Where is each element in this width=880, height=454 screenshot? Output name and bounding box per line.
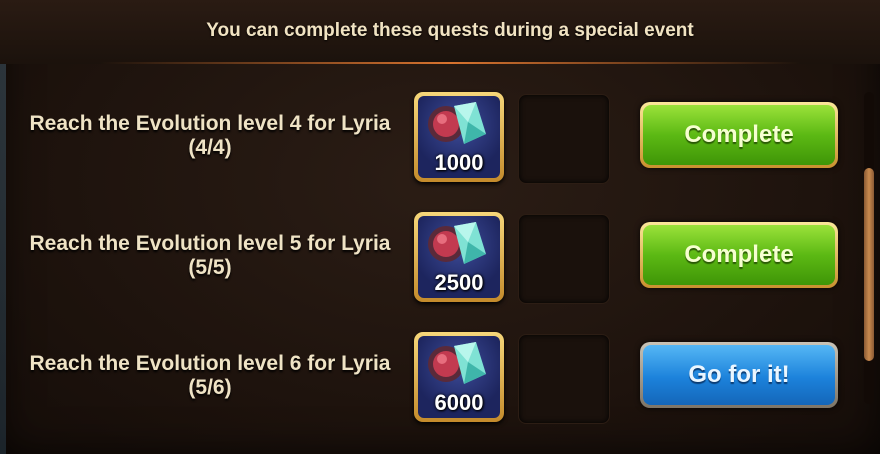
quest-description: Reach the Evolution level 5 for Lyria (5…	[20, 232, 400, 280]
scrollbar-track[interactable]	[864, 92, 874, 404]
quest-description: Reach the Evolution level 6 for Lyria (5…	[20, 352, 400, 400]
quest-row: Reach the Evolution level 5 for Lyria (5…	[0, 212, 860, 308]
reward-frame: 6000	[418, 336, 500, 418]
reward-amount: 6000	[434, 390, 484, 415]
evolution-gem-icon	[428, 222, 486, 264]
quest-row: Reach the Evolution level 4 for Lyria (4…	[0, 92, 860, 188]
quest-description: Reach the Evolution level 4 for Lyria (4…	[20, 112, 400, 160]
quest-panel: You can complete these quests during a s…	[0, 0, 880, 454]
quest-text: Reach the Evolution level 5 for Lyria	[29, 232, 391, 255]
quest-text: Reach the Evolution level 4 for Lyria	[29, 112, 391, 135]
reward-item[interactable]: 6000	[414, 332, 504, 422]
empty-reward-slot	[518, 214, 610, 304]
reward-frame: 1000	[418, 96, 500, 178]
go-for-it-button[interactable]: Go for it!	[640, 342, 838, 408]
button-label: Complete	[643, 225, 835, 285]
reward-item[interactable]: 2500	[414, 212, 504, 302]
reward-amount: 1000	[434, 150, 484, 175]
quest-progress: (4/4)	[188, 136, 232, 159]
reward-item[interactable]: 1000	[414, 92, 504, 182]
quest-progress: (5/6)	[188, 376, 232, 399]
complete-button[interactable]: Complete	[640, 222, 838, 288]
evolution-gem-icon	[428, 102, 486, 144]
quest-progress: (5/5)	[188, 256, 232, 279]
button-label: Go for it!	[643, 345, 835, 405]
empty-reward-slot	[518, 94, 610, 184]
reward-amount: 2500	[434, 270, 484, 295]
page-title: You can complete these quests during a s…	[206, 20, 694, 41]
reward-frame: 2500	[418, 216, 500, 298]
header-divider	[100, 62, 800, 64]
quest-text: Reach the Evolution level 6 for Lyria	[29, 352, 391, 375]
complete-button[interactable]: Complete	[640, 102, 838, 168]
quest-row: Reach the Evolution level 6 for Lyria (5…	[0, 332, 860, 428]
panel-header: You can complete these quests during a s…	[0, 0, 880, 64]
button-label: Complete	[643, 105, 835, 165]
scrollbar-thumb[interactable]	[864, 168, 874, 361]
evolution-gem-icon	[428, 342, 486, 384]
empty-reward-slot	[518, 334, 610, 424]
